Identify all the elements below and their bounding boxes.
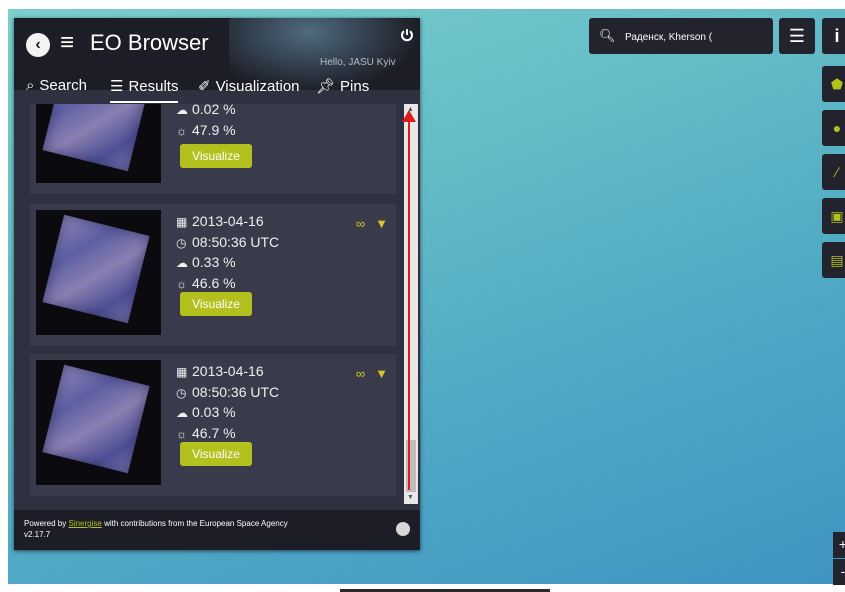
location-search[interactable]: 🔍︎ (589, 18, 773, 54)
result-info: ▦ 2013-04-16 ◷ 08:50:36 UTC ☁ 0.33 % ☼ 46.6 … (176, 212, 279, 294)
location-search-input[interactable] (623, 27, 769, 47)
cloud-icon: ☁ (176, 104, 188, 117)
image-export-button[interactable]: ▣ (822, 198, 845, 234)
calendar-icon: ▦ (176, 215, 188, 229)
card-actions: ∞ ▼ (346, 216, 388, 231)
pentagon-icon: ⬟ (830, 76, 844, 92)
list-icon: ☰ (110, 78, 124, 95)
chevron-left-icon: ‹ (35, 36, 41, 53)
eo-logo-icon: ≡ (60, 29, 75, 56)
measure-button[interactable]: ∕ (822, 154, 845, 190)
tab-pins[interactable]: 📌︎ Pins (316, 77, 369, 101)
footer-credits: Powered by Sinergise with contributions … (24, 519, 288, 539)
zoom-in-button[interactable]: + (833, 532, 845, 558)
visualize-button[interactable]: Visualize (180, 144, 252, 168)
window-border-top (0, 0, 845, 9)
visualize-button[interactable]: Visualize (180, 292, 252, 316)
pin-icon[interactable]: ▼ (375, 216, 388, 231)
draw-aoi-button[interactable]: ⬟ (822, 66, 845, 102)
results-scrollbar[interactable]: ▲ ▼ (404, 104, 418, 504)
cloud-icon: ☁ (176, 256, 188, 270)
window-border-left (0, 0, 8, 592)
location-pin-icon: ● (832, 120, 842, 136)
visualize-button[interactable]: Visualize (180, 442, 252, 466)
layers-icon: ☰ (788, 26, 806, 46)
scroll-down-arrow-icon[interactable]: ▼ (407, 494, 414, 501)
result-info: ▦ 2013-04-16 ◷ 08:50:36 UTC ☁ 0.03 % ☼ 46.7 … (176, 362, 279, 444)
info-button[interactable]: i (822, 18, 845, 54)
esa-logo-icon (396, 522, 410, 536)
link-icon[interactable]: ∞ (356, 366, 365, 381)
result-card[interactable]: ☁ 0.02 % ☼ 47.9 % Visualize (30, 104, 396, 194)
calendar-icon: ▦ (176, 365, 188, 379)
pin-icon: 📌︎ (316, 78, 336, 95)
result-thumbnail[interactable] (36, 360, 161, 485)
results-list: ☁ 0.02 % ☼ 47.9 % Visualize ▦ 2013-04-16 ◷ 0… (26, 104, 409, 504)
app-version: v2.17.7 (24, 530, 51, 539)
sun-icon: ☼ (176, 123, 187, 138)
sinergise-link[interactable]: Sinergise (68, 519, 101, 528)
tab-visualization[interactable]: ✐ Visualization (198, 77, 300, 101)
layers-button[interactable]: ☰ (779, 18, 815, 54)
clock-icon: ◷ (176, 235, 187, 250)
collapse-panel-button[interactable]: ‹ (26, 33, 50, 57)
info-icon: i (834, 26, 840, 46)
annotation-arrow-head (402, 110, 416, 122)
clock-icon: ◷ (176, 385, 187, 400)
poi-button[interactable]: ● (822, 110, 845, 146)
power-icon[interactable] (400, 28, 414, 42)
user-greeting: Hello, JASU Kyiv (320, 57, 396, 68)
tab-results[interactable]: ☰ Results (110, 77, 179, 103)
result-thumbnail[interactable] (36, 210, 161, 335)
link-icon[interactable]: ∞ (356, 216, 365, 231)
ruler-icon: ∕ (835, 164, 839, 180)
panel-footer: Powered by Sinergise with contributions … (14, 510, 420, 550)
result-card[interactable]: ▦ 2013-04-16 ◷ 08:50:36 UTC ☁ 0.33 % ☼ 46.6 … (30, 204, 396, 346)
app-title: EO Browser (90, 30, 209, 55)
film-icon: ▤ (830, 252, 844, 268)
brush-icon: ✐ (198, 78, 211, 95)
eo-browser-panel: ‹ ≡ EO Browser Hello, JASU Kyiv ⌕ Search … (14, 18, 420, 550)
search-icon: ⌕ (26, 77, 35, 94)
pin-icon[interactable]: ▼ (375, 366, 388, 381)
result-info: ☁ 0.02 % ☼ 47.9 % (176, 104, 236, 141)
search-icon: 🔍︎ (599, 28, 616, 43)
result-card[interactable]: ▦ 2013-04-16 ◷ 08:50:36 UTC ☁ 0.03 % ☼ 46.7 … (30, 354, 396, 496)
annotation-arrow-shaft (408, 118, 410, 490)
zoom-out-button[interactable]: - (833, 559, 845, 585)
panel-tabs: ⌕ Search ☰ Results ✐ Visualization 📌︎ Pins (14, 73, 420, 103)
image-export-icon: ▣ (830, 208, 844, 224)
timelapse-button[interactable]: ▤ (822, 242, 845, 278)
tab-search[interactable]: ⌕ Search (26, 77, 87, 101)
result-thumbnail[interactable] (36, 104, 161, 183)
card-actions: ∞ ▼ (346, 366, 388, 381)
cloud-icon: ☁ (176, 406, 188, 420)
